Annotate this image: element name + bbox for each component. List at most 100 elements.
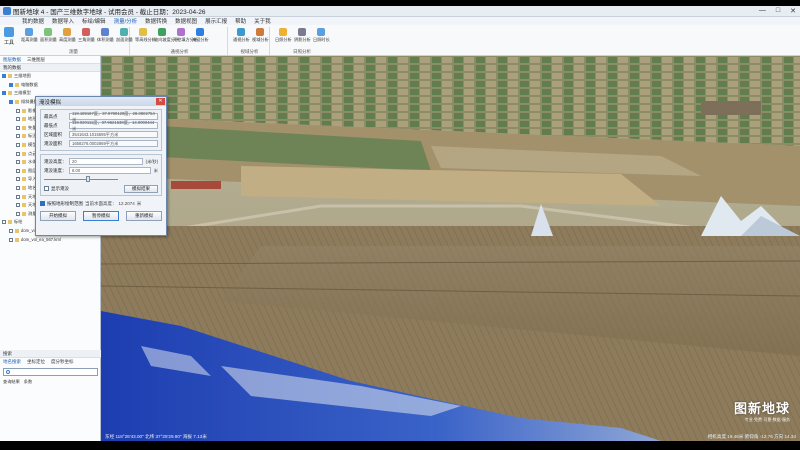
folder-icon <box>15 228 19 233</box>
cut-fill-button[interactable]: 开挖填方分析 <box>173 27 198 43</box>
menu-item-about[interactable]: 关于我 <box>254 17 271 25</box>
layer-label: 三维模型 <box>14 90 31 96</box>
shadow-icon <box>297 28 306 36</box>
layer-item[interactable]: dom_vol_ea_567.kml <box>2 235 100 244</box>
speed-slider[interactable] <box>44 176 158 182</box>
viewshed-button[interactable]: 视域分析 <box>252 27 269 43</box>
search-input[interactable] <box>3 368 98 376</box>
triangle-icon <box>81 28 90 36</box>
search-icon <box>6 370 10 374</box>
layer-checkbox[interactable] <box>16 168 20 173</box>
ribbon-group-viewshed: 通视分析 视域分析 视域分析 <box>230 27 270 55</box>
layer-item[interactable]: 三维地图 <box>2 72 100 81</box>
tab-3d-layers[interactable]: 三维图层 <box>27 57 45 63</box>
slope-analysis-button[interactable]: 坡向坡度分析 <box>154 27 179 43</box>
layer-checkbox[interactable] <box>9 228 13 233</box>
layer-checkbox[interactable] <box>9 100 13 105</box>
layer-checkbox[interactable] <box>2 220 6 225</box>
folder-icon <box>22 211 26 216</box>
layer-label: 标绘 <box>14 219 23 225</box>
flood-analysis-button[interactable]: 淹没分析 <box>192 27 209 43</box>
speed-slider-thumb[interactable] <box>86 176 90 182</box>
params-box: 淹没高度： 20 (米/秒) 淹没速度： 8.00 米 显示淹没 模拟结果 <box>40 154 162 196</box>
restart-simulation-button[interactable]: 重新模拟 <box>126 211 162 221</box>
folder-icon <box>22 143 26 148</box>
layer-checkbox[interactable] <box>9 237 13 242</box>
layer-checkbox[interactable] <box>16 108 20 113</box>
sunlight-button[interactable]: 日照分析 <box>275 27 292 43</box>
sun-duration-button[interactable]: 日照时长 <box>313 27 330 43</box>
show-flood-checkbox[interactable] <box>44 186 49 191</box>
contour-analysis-button[interactable]: 等高线分析 <box>135 27 156 43</box>
layer-checkbox[interactable] <box>16 134 20 139</box>
region-area-value: 3541643.1015695平方米 <box>69 131 158 138</box>
folder-icon <box>22 177 26 182</box>
dialog-close-button[interactable]: ✕ <box>156 98 165 105</box>
layer-checkbox[interactable] <box>16 125 20 130</box>
folder-icon <box>15 82 19 87</box>
folder-icon <box>15 100 19 105</box>
menu-item-import[interactable]: 数据导入 <box>52 17 74 25</box>
min-point-value: 118.020111度，37.9621538度，14.0000444米 <box>69 120 158 131</box>
folder-icon <box>22 194 26 199</box>
folder-icon <box>15 237 19 242</box>
shadow-button[interactable]: 阴影分析 <box>294 27 311 43</box>
flood-icon <box>195 28 204 36</box>
volume-measure-button[interactable]: 体积测量 <box>97 27 114 43</box>
sun-icon <box>278 28 287 36</box>
layer-checkbox[interactable] <box>16 117 20 122</box>
tab-coord-locate[interactable]: 坐标定位 <box>27 359 45 365</box>
flood-height-unit: (米/秒) <box>145 158 158 164</box>
close-window-button[interactable]: ✕ <box>790 7 796 15</box>
min-point-label: 最低点 <box>44 122 58 128</box>
terrain-range-checkbox[interactable] <box>40 201 45 206</box>
layer-checkbox[interactable] <box>2 91 6 96</box>
layer-checkbox[interactable] <box>16 211 20 216</box>
menu-item-draw[interactable]: 标绘/编辑 <box>82 17 106 25</box>
maximize-button[interactable]: □ <box>776 7 780 15</box>
layer-checkbox[interactable] <box>16 194 20 199</box>
tools-button[interactable]: 工具 <box>2 27 16 49</box>
layer-checkbox[interactable] <box>16 143 20 148</box>
volume-icon <box>100 28 109 36</box>
menu-item-my-data[interactable]: 我的数据 <box>22 17 44 25</box>
height-icon <box>62 28 71 36</box>
watermark: 图新地球 专业·免费·可靠·数据·服务 <box>733 401 790 422</box>
ruler-icon <box>24 28 33 36</box>
layer-checkbox[interactable] <box>16 151 20 156</box>
layer-checkbox[interactable] <box>16 186 20 191</box>
tab-layers[interactable]: 图层数据 <box>3 57 21 63</box>
distance-measure-button[interactable]: 距离测量 <box>21 27 38 43</box>
height-measure-button[interactable]: 高度测量 <box>59 27 76 43</box>
sim-result-button[interactable]: 模拟结果 <box>124 184 158 193</box>
menu-item-present[interactable]: 展示汇报 <box>205 17 227 25</box>
flood-height-input[interactable]: 20 <box>69 158 143 165</box>
layer-checkbox[interactable] <box>9 82 13 87</box>
layer-checkbox[interactable] <box>2 74 6 79</box>
globe-3d-view[interactable]: 图新地球 专业·免费·可靠·数据·服务 <box>101 56 800 441</box>
tab-place-search[interactable]: 地名搜索 <box>3 359 21 365</box>
start-simulation-button[interactable]: 开始模拟 <box>40 211 76 221</box>
layer-label: dom_vol_ea_567.kml <box>21 237 61 243</box>
triangle-measure-button[interactable]: 三角测量 <box>78 27 95 43</box>
pause-simulation-button[interactable]: 暂停模拟 <box>83 211 119 221</box>
region-area-label: 区域面积 <box>44 131 62 137</box>
visibility-button[interactable]: 通视分析 <box>233 27 250 43</box>
menu-item-help[interactable]: 帮助 <box>235 17 246 25</box>
layer-checkbox[interactable] <box>16 177 20 182</box>
area-measure-button[interactable]: 面积测量 <box>40 27 57 43</box>
folder-icon <box>22 117 26 122</box>
flood-height-label: 淹没高度： <box>44 158 67 164</box>
menu-item-view[interactable]: 数据视图 <box>175 17 197 25</box>
layer-checkbox[interactable] <box>16 160 20 165</box>
flood-speed-input[interactable]: 8.00 <box>69 167 151 174</box>
tab-dms-coord[interactable]: 度分秒坐标 <box>51 359 74 365</box>
layer-checkbox[interactable] <box>16 203 20 208</box>
layer-label: 三维地图 <box>14 73 31 79</box>
status-bar: 东经 118°28'43.00" 北纬 37°25'29.90" 海拔 7.13… <box>101 433 800 441</box>
menu-item-convert[interactable]: 数据转换 <box>145 17 167 25</box>
profile-measure-button[interactable]: 剖面测量 <box>116 27 133 43</box>
minimize-button[interactable]: — <box>759 7 766 15</box>
result-count: 条数 <box>23 379 33 385</box>
layer-item[interactable]: 电脑数据 <box>2 81 100 90</box>
